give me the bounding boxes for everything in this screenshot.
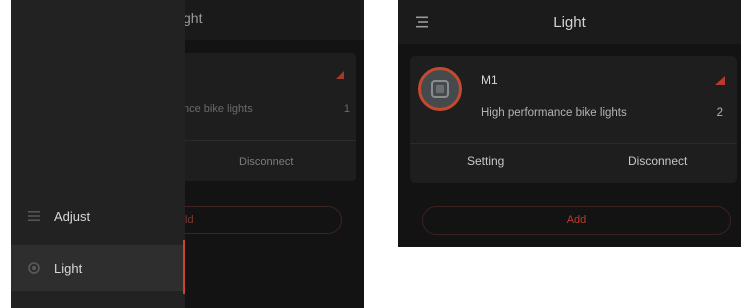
underlay-disconnect-button: Disconnect (239, 156, 294, 168)
divider (183, 140, 356, 141)
underlay-add-button: ld (183, 206, 342, 234)
device-card[interactable]: M1 High performance bike lights 2 Settin… (410, 56, 737, 183)
drawer-item-label: Adjust (54, 208, 91, 224)
disconnect-button[interactable]: Disconnect (628, 154, 687, 168)
drawer-item-label: Light (54, 260, 83, 276)
page-title: Light (553, 14, 586, 31)
drawer-item-light[interactable]: Light (11, 240, 185, 294)
left-screen: ght nce bike lights 1 Disconnect ld Adju… (11, 0, 364, 308)
underlay-device-count: 1 (343, 103, 350, 115)
setting-button[interactable]: Setting (467, 154, 504, 168)
adjust-icon (28, 211, 40, 221)
drawer-item-adjust[interactable]: Adjust (11, 193, 185, 239)
light-icon (28, 262, 40, 274)
device-name: M1 (481, 73, 498, 87)
app-header: Light (398, 0, 741, 44)
device-count: 2 (716, 107, 723, 119)
divider (410, 143, 737, 144)
right-screen: Light M1 High performance bike lights 2 … (398, 0, 741, 247)
underlay-device-card: nce bike lights 1 Disconnect (183, 53, 356, 181)
add-button[interactable]: Add (422, 206, 731, 235)
bike-light-icon (431, 80, 449, 98)
device-description: High performance bike lights (481, 107, 627, 119)
underlay-header-title: ght (183, 10, 203, 26)
underlay-device-subtitle: nce bike lights (183, 103, 253, 115)
signal-icon (336, 71, 344, 79)
device-avatar (418, 67, 462, 111)
navigation-drawer: Adjust Light (11, 0, 185, 308)
signal-icon (715, 76, 725, 85)
